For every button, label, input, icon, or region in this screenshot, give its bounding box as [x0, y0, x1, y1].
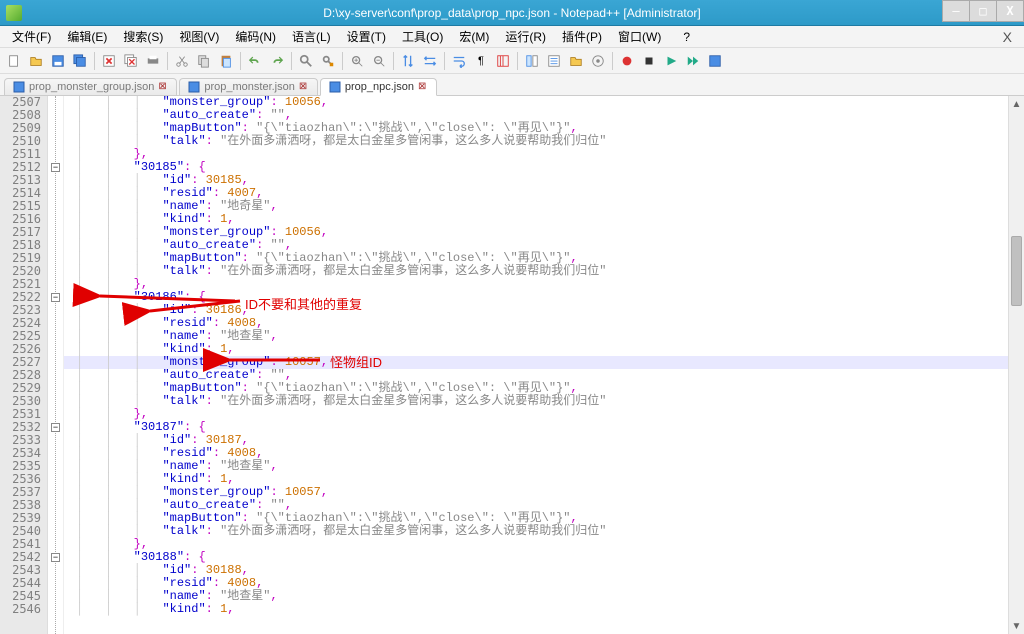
- window-title: D:\xy-server\conf\prop_data\prop_npc.jso…: [323, 6, 701, 20]
- tab-prop-monster[interactable]: prop_monster.json ⊠: [179, 78, 318, 95]
- save-all-icon[interactable]: [70, 51, 90, 71]
- save-icon[interactable]: [48, 51, 68, 71]
- menu-tools[interactable]: 工具(O): [394, 26, 451, 47]
- zoom-out-icon[interactable]: [369, 51, 389, 71]
- menu-help[interactable]: ?: [675, 28, 698, 46]
- show-all-chars-icon[interactable]: ¶: [471, 51, 491, 71]
- copy-icon[interactable]: [194, 51, 214, 71]
- word-wrap-icon[interactable]: [449, 51, 469, 71]
- function-list-icon[interactable]: [544, 51, 564, 71]
- menu-macro[interactable]: 宏(M): [451, 26, 497, 47]
- undo-icon[interactable]: [245, 51, 265, 71]
- indent-guide-icon[interactable]: [493, 51, 513, 71]
- close-file-icon[interactable]: [99, 51, 119, 71]
- menu-window[interactable]: 窗口(W): [610, 26, 669, 47]
- scroll-up-icon[interactable]: ▲: [1009, 96, 1024, 112]
- menu-edit[interactable]: 编辑(E): [59, 26, 115, 47]
- line-number-gutter: 2507250825092510251125122513251425152516…: [0, 96, 48, 634]
- fold-column[interactable]: −−−−: [48, 96, 64, 634]
- record-macro-icon[interactable]: [617, 51, 637, 71]
- sync-h-icon[interactable]: [420, 51, 440, 71]
- tab-prop-npc[interactable]: prop_npc.json ⊠: [320, 78, 437, 96]
- tab-close-icon[interactable]: ⊠: [158, 82, 168, 92]
- cut-icon[interactable]: [172, 51, 192, 71]
- menu-file[interactable]: 文件(F): [4, 26, 59, 47]
- tab-label: prop_npc.json: [345, 81, 414, 93]
- paste-icon[interactable]: [216, 51, 236, 71]
- minimize-button[interactable]: –: [942, 0, 970, 22]
- file-disk-icon: [329, 81, 341, 93]
- window-titlebar: D:\xy-server\conf\prop_data\prop_npc.jso…: [0, 0, 1024, 26]
- menu-search[interactable]: 搜索(S): [115, 26, 171, 47]
- doc-map-icon[interactable]: [522, 51, 542, 71]
- menu-run[interactable]: 运行(R): [497, 26, 554, 47]
- print-icon[interactable]: [143, 51, 163, 71]
- tab-label: prop_monster.json: [204, 81, 295, 93]
- tab-close-icon[interactable]: ⊠: [299, 82, 309, 92]
- find-icon[interactable]: [296, 51, 316, 71]
- close-button[interactable]: X: [996, 0, 1024, 22]
- scrollbar-thumb[interactable]: [1011, 236, 1022, 306]
- save-macro-icon[interactable]: [705, 51, 725, 71]
- menubar: 文件(F) 编辑(E) 搜索(S) 视图(V) 编码(N) 语言(L) 设置(T…: [0, 26, 1024, 48]
- menu-settings[interactable]: 设置(T): [339, 26, 394, 47]
- new-file-icon[interactable]: [4, 51, 24, 71]
- play-multi-icon[interactable]: [683, 51, 703, 71]
- file-disk-icon: [188, 81, 200, 93]
- menu-view[interactable]: 视图(V): [171, 26, 227, 47]
- sync-v-icon[interactable]: [398, 51, 418, 71]
- zoom-in-icon[interactable]: [347, 51, 367, 71]
- menu-encoding[interactable]: 编码(N): [227, 26, 284, 47]
- vertical-scrollbar[interactable]: ▲ ▼: [1008, 96, 1024, 634]
- menu-plugins[interactable]: 插件(P): [554, 26, 610, 47]
- tab-close-icon[interactable]: ⊠: [418, 82, 428, 92]
- maximize-button[interactable]: □: [969, 0, 997, 22]
- menu-tab-close[interactable]: X: [995, 29, 1020, 45]
- open-file-icon[interactable]: [26, 51, 46, 71]
- tab-prop-monster-group[interactable]: prop_monster_group.json ⊠: [4, 78, 177, 95]
- app-icon: [6, 5, 22, 21]
- menu-language[interactable]: 语言(L): [284, 26, 339, 47]
- play-macro-icon[interactable]: [661, 51, 681, 71]
- toolbar: ¶: [0, 48, 1024, 74]
- tab-bar: prop_monster_group.json ⊠ prop_monster.j…: [0, 74, 1024, 96]
- close-all-icon[interactable]: [121, 51, 141, 71]
- stop-macro-icon[interactable]: [639, 51, 659, 71]
- file-disk-icon: [13, 81, 25, 93]
- editor-area: 2507250825092510251125122513251425152516…: [0, 96, 1024, 634]
- folder-workspace-icon[interactable]: [566, 51, 586, 71]
- code-editor[interactable]: │ │ │ "monster_group": 10056,│ │ │ "auto…: [64, 96, 1008, 634]
- monitoring-icon[interactable]: [588, 51, 608, 71]
- scroll-down-icon[interactable]: ▼: [1009, 618, 1024, 634]
- tab-label: prop_monster_group.json: [29, 81, 154, 93]
- redo-icon[interactable]: [267, 51, 287, 71]
- replace-icon[interactable]: [318, 51, 338, 71]
